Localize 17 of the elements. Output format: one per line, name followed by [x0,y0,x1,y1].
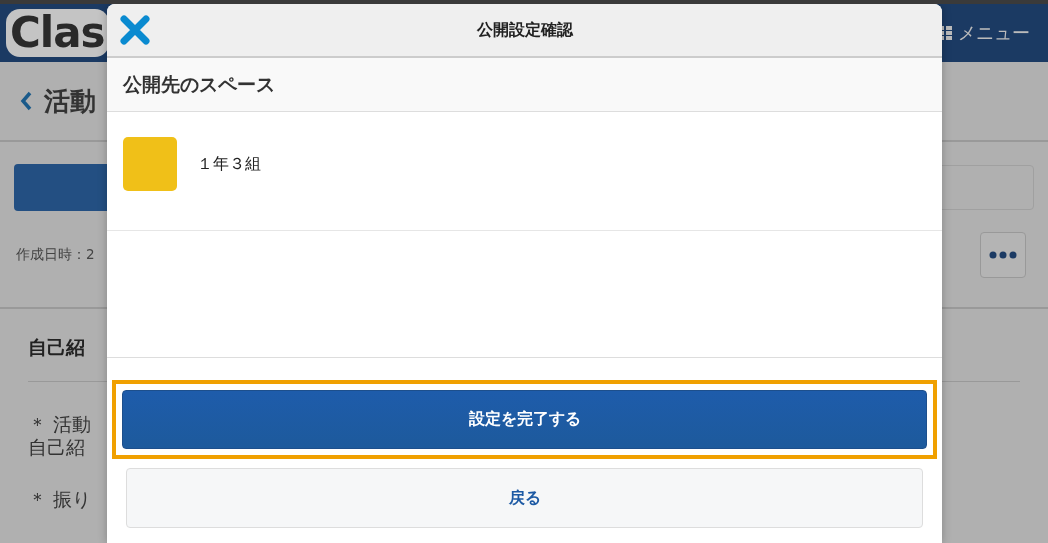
dialog-title: 公開設定確認 [476,19,573,41]
more-button[interactable] [980,232,1026,278]
body-text: 自己紹 [28,436,85,459]
logo: Clas [6,9,109,57]
close-button[interactable] [119,14,151,46]
body-text: ＊ 活動 [28,413,92,436]
space-name: １年３組 [197,153,261,175]
section-heading: 公開先のスペース [123,71,275,97]
created-date: 作成日時：2 [16,246,95,264]
complete-button[interactable]: 設定を完了する [122,390,927,449]
menu-label[interactable]: メニュー [958,21,1030,45]
body-text: ＊ 振り [28,488,92,511]
page-title: 活動 [44,84,96,118]
back-button[interactable]: 戻る [126,468,923,528]
close-icon [119,14,151,46]
back-icon[interactable] [20,91,32,111]
more-icon [989,251,1017,259]
